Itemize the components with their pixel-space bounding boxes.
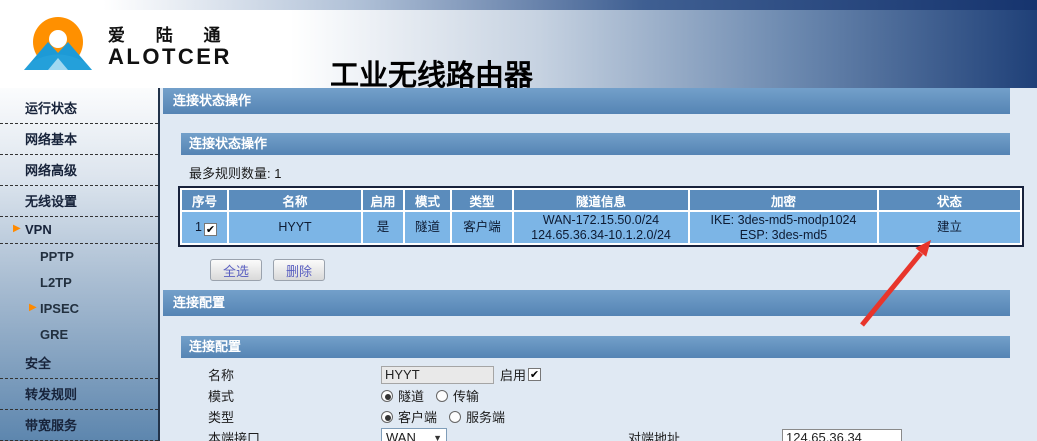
status-panel-header: 连接状态操作 [181,133,1010,155]
col-header-index: 序号 [182,190,227,210]
brand-name-cn: 爱 陆 通 [108,26,233,46]
col-header-mode: 模式 [405,190,450,210]
brand-name-en: ALOTCER [108,46,233,68]
type-client-radio[interactable] [381,411,393,423]
cell-name: HYYT [229,212,361,243]
sidebar-item-forward-rules[interactable]: 转发规则 [0,379,158,410]
sidebar-item-ipsec[interactable]: ▶ IPSEC [0,296,158,322]
cell-enabled: 是 [363,212,403,243]
mode-tunnel-label: 隧道 [398,386,424,405]
status-panel: 连接状态操作 最多规则数量: 1 序号 名称 启用 模式 类型 隧道信息 加密 … [181,133,1010,281]
col-header-name: 名称 [229,190,361,210]
cell-type: 客户端 [452,212,512,243]
table-header-row: 序号 名称 启用 模式 类型 隧道信息 加密 状态 [182,190,1020,210]
alotcer-logo-icon [20,12,96,81]
main-content: 连接状态操作 连接状态操作 最多规则数量: 1 序号 名称 启用 模式 类型 隧… [160,88,1037,441]
header: 爱 陆 通 ALOTCER 工业无线路由器 [0,10,1037,88]
brand-logo: 爱 陆 通 ALOTCER [20,12,233,81]
enable-label: 启用 [500,365,526,384]
col-header-type: 类型 [452,190,512,210]
sidebar-item-security[interactable]: 安全 [0,348,158,379]
col-header-encryption: 加密 [690,190,877,210]
sidebar-item-running-status[interactable]: 运行状态 [0,93,158,124]
delete-button[interactable]: 删除 [273,259,325,281]
cell-tunnel-info: WAN-172.15.50.0/24 124.65.36.34-10.1.2.0… [514,212,688,243]
config-section-bar: 连接配置 [163,290,1010,316]
sidebar-item-network-basic[interactable]: 网络基本 [0,124,158,155]
name-label: 名称 [208,365,381,384]
name-input[interactable] [381,366,494,384]
local-interface-select[interactable]: WAN ▼ [381,428,447,441]
config-panel: 连接配置 名称 启用 ✔ 模式 隧道 传输 类型 客户端 服务端 [181,336,1010,441]
status-section-bar: 连接状态操作 [163,88,1010,114]
form-row-type: 类型 客户端 服务端 [208,406,1010,427]
form-row-mode: 模式 隧道 传输 [208,385,1010,406]
type-label: 类型 [208,407,381,426]
type-client-label: 客户端 [398,407,437,426]
peer-address-input[interactable] [782,429,902,441]
ipsec-rules-table: 序号 名称 启用 模式 类型 隧道信息 加密 状态 1✔ HYYT 是 隧道 [178,186,1024,247]
config-panel-header: 连接配置 [181,336,1010,358]
cell-encryption: IKE: 3des-md5-modp1024 ESP: 3des-md5 [690,212,877,243]
mode-label: 模式 [208,386,381,405]
type-server-radio[interactable] [449,411,461,423]
sidebar-item-l2tp[interactable]: L2TP [0,270,158,296]
cell-index: 1✔ [182,212,227,243]
sidebar-item-vpn[interactable]: ▶ VPN [0,217,158,244]
mode-transport-label: 传输 [453,386,479,405]
sidebar: 运行状态 网络基本 网络高级 无线设置 ▶ VPN PPTP L2TP ▶ IP… [0,88,160,441]
enable-checkbox[interactable]: ✔ [528,368,541,381]
select-all-button[interactable]: 全选 [210,259,262,281]
peer-address-label: 对端地址 [628,428,782,441]
chevron-down-icon: ▼ [433,433,442,441]
sidebar-item-wireless-settings[interactable]: 无线设置 [0,186,158,217]
max-rules-text: 最多规则数量: 1 [189,163,1010,182]
local-interface-label: 本端接口 [208,428,381,441]
active-arrow-icon: ▶ [29,302,37,313]
mode-tunnel-radio[interactable] [381,390,393,402]
active-arrow-icon: ▶ [13,223,21,234]
type-server-label: 服务端 [466,407,505,426]
top-gradient-strip [0,0,1037,10]
table-row: 1✔ HYYT 是 隧道 客户端 WAN-172.15.50.0/24 124.… [182,212,1020,243]
mode-transport-radio[interactable] [436,390,448,402]
form-row-local-interface: 本端接口 WAN ▼ 对端地址 [208,427,1010,441]
row-checkbox[interactable]: ✔ [204,223,217,236]
sidebar-item-gre[interactable]: GRE [0,322,158,348]
col-header-enabled: 启用 [363,190,403,210]
sidebar-item-bandwidth-service[interactable]: 带宽服务 [0,410,158,441]
sidebar-item-network-advanced[interactable]: 网络高级 [0,155,158,186]
cell-status: 建立 [879,212,1020,243]
sidebar-item-pptp[interactable]: PPTP [0,244,158,270]
col-header-status: 状态 [879,190,1020,210]
col-header-tunnel-info: 隧道信息 [514,190,688,210]
form-row-name: 名称 启用 ✔ [208,364,1010,385]
cell-mode: 隧道 [405,212,450,243]
